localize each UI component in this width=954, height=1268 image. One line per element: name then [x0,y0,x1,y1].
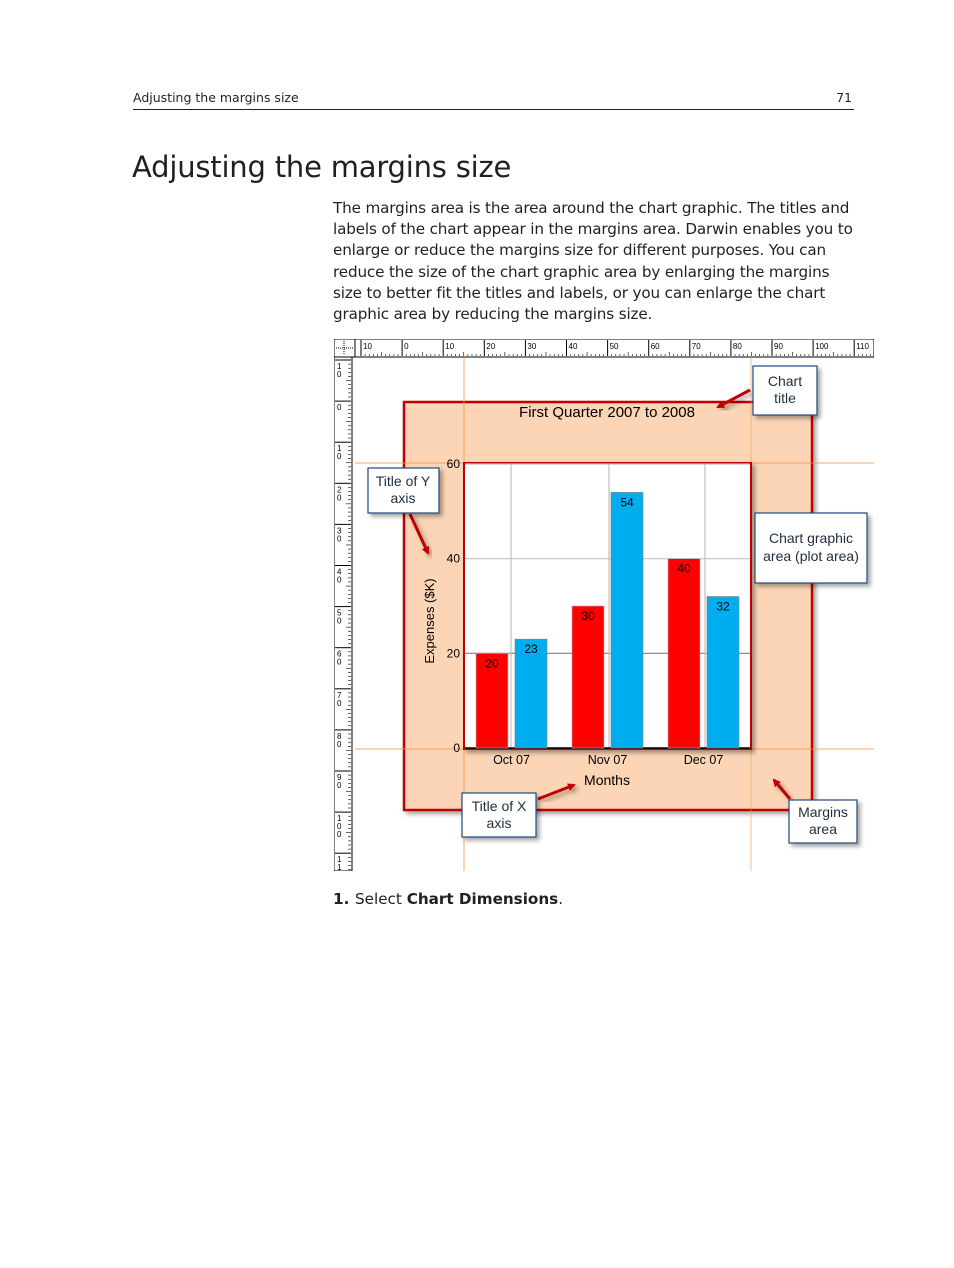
svg-text:axis: axis [487,815,512,831]
svg-text:area (plot area): area (plot area) [763,548,859,564]
y-tick-label: 0 [453,741,460,755]
ruler-label: 50 [610,342,619,351]
ruler-label: 80 [733,342,742,351]
ruler-label: 10 [445,342,454,351]
step-1: 1. Select Chart Dimensions. [333,890,563,908]
step-number: 1. [333,890,350,908]
chart-figure-svg: 10 0 10 20 30 40 50 60 70 80 90 100 110 100102030405… [334,339,874,871]
ruler-label: 70 [692,342,701,351]
ruler-label: 110 [856,342,869,351]
page-number: 71 [836,90,852,105]
body-paragraph: The margins area is the area around the … [333,199,853,324]
ruler-label: 90 [774,342,783,351]
y-tick-label: 20 [447,646,461,660]
ruler-label: 30 [527,342,536,351]
chart-figure: 10 0 10 20 30 40 50 60 70 80 90 100 110 100102030405… [334,339,874,871]
step-prefix: Select [355,890,407,908]
x-tick-label: Dec 07 [684,753,724,767]
ruler-label: 0 [337,617,342,626]
ruler-label: 100 [815,342,829,351]
bar-dec-07-series-2[interactable] [706,596,740,749]
callout-margins-area: Margins area [788,799,858,844]
ruler-label: 0 [337,534,342,543]
svg-text:area: area [809,821,837,837]
bar-nov-07-series-2[interactable] [610,492,644,749]
callout-chart-title-line2: title [774,390,796,406]
ruler-label: 0 [337,658,342,667]
chart-title[interactable]: First Quarter 2007 to 2008 [519,404,695,421]
y-tick-label: 40 [447,552,461,566]
ruler-label: 0 [337,403,342,412]
svg-text:Title of X: Title of X [472,798,527,814]
ruler-label: 40 [569,342,578,351]
callout-plot-area: Chart graphic area (plot area) [754,512,868,584]
svg-text:Margins: Margins [798,804,848,820]
step-suffix: . [558,890,564,908]
ruler-label: 1 [337,863,342,871]
running-header-title: Adjusting the margins size [133,90,299,105]
x-tick-label: Oct 07 [493,753,530,767]
ruler-label: 0 [337,830,342,839]
svg-text:Title of Y: Title of Y [376,473,431,489]
horizontal-ruler: 10 0 10 20 30 40 50 60 70 80 90 100 110 [354,339,874,358]
callout-chart-title: Chart title [752,365,818,416]
bar-nov-07-series-1[interactable] [571,605,605,749]
x-tick-labels: Oct 07 Nov 07 Dec 07 [493,753,723,767]
bar-data-label: 30 [581,609,595,623]
ruler-label: 0 [337,699,342,708]
bar-data-label: 32 [716,600,730,614]
chart-dimensions-ui-label: Chart Dimensions [406,890,559,908]
ruler-label: 10 [363,342,372,351]
bar-data-label: 20 [485,656,499,670]
running-header: Adjusting the margins size 71 [133,89,854,110]
bar-dec-07-series-1[interactable] [667,558,701,749]
x-tick-label: Nov 07 [588,753,628,767]
bar-data-label: 54 [620,495,634,509]
ruler-label: 60 [651,342,660,351]
ruler-corner [334,339,356,358]
ruler-label: 0 [337,493,342,502]
y-axis-title[interactable]: Expenses ($K) [422,578,437,663]
ruler-label: 0 [337,740,342,749]
svg-text:axis: axis [391,490,416,506]
ruler-label: 20 [486,342,495,351]
svg-text:Chart graphic: Chart graphic [769,530,853,546]
x-axis-title[interactable]: Months [584,772,630,788]
callout-y-axis-title: Title of Y axis [367,467,440,514]
ruler-label: 0 [337,452,342,461]
vertical-ruler: 100102030405060708090100110 [334,356,353,871]
callout-x-axis-title: Title of X axis [461,792,537,838]
ruler-label: 0 [337,370,342,379]
y-tick-label: 60 [447,457,461,471]
bar-data-label: 40 [677,562,691,576]
ruler-label: 0 [337,781,342,790]
callout-chart-title-line1: Chart [768,373,802,389]
ruler-label: 0 [337,576,342,585]
bar-data-label: 23 [524,642,538,656]
ruler-label: 0 [404,342,409,351]
page-title: Adjusting the margins size [132,150,512,184]
